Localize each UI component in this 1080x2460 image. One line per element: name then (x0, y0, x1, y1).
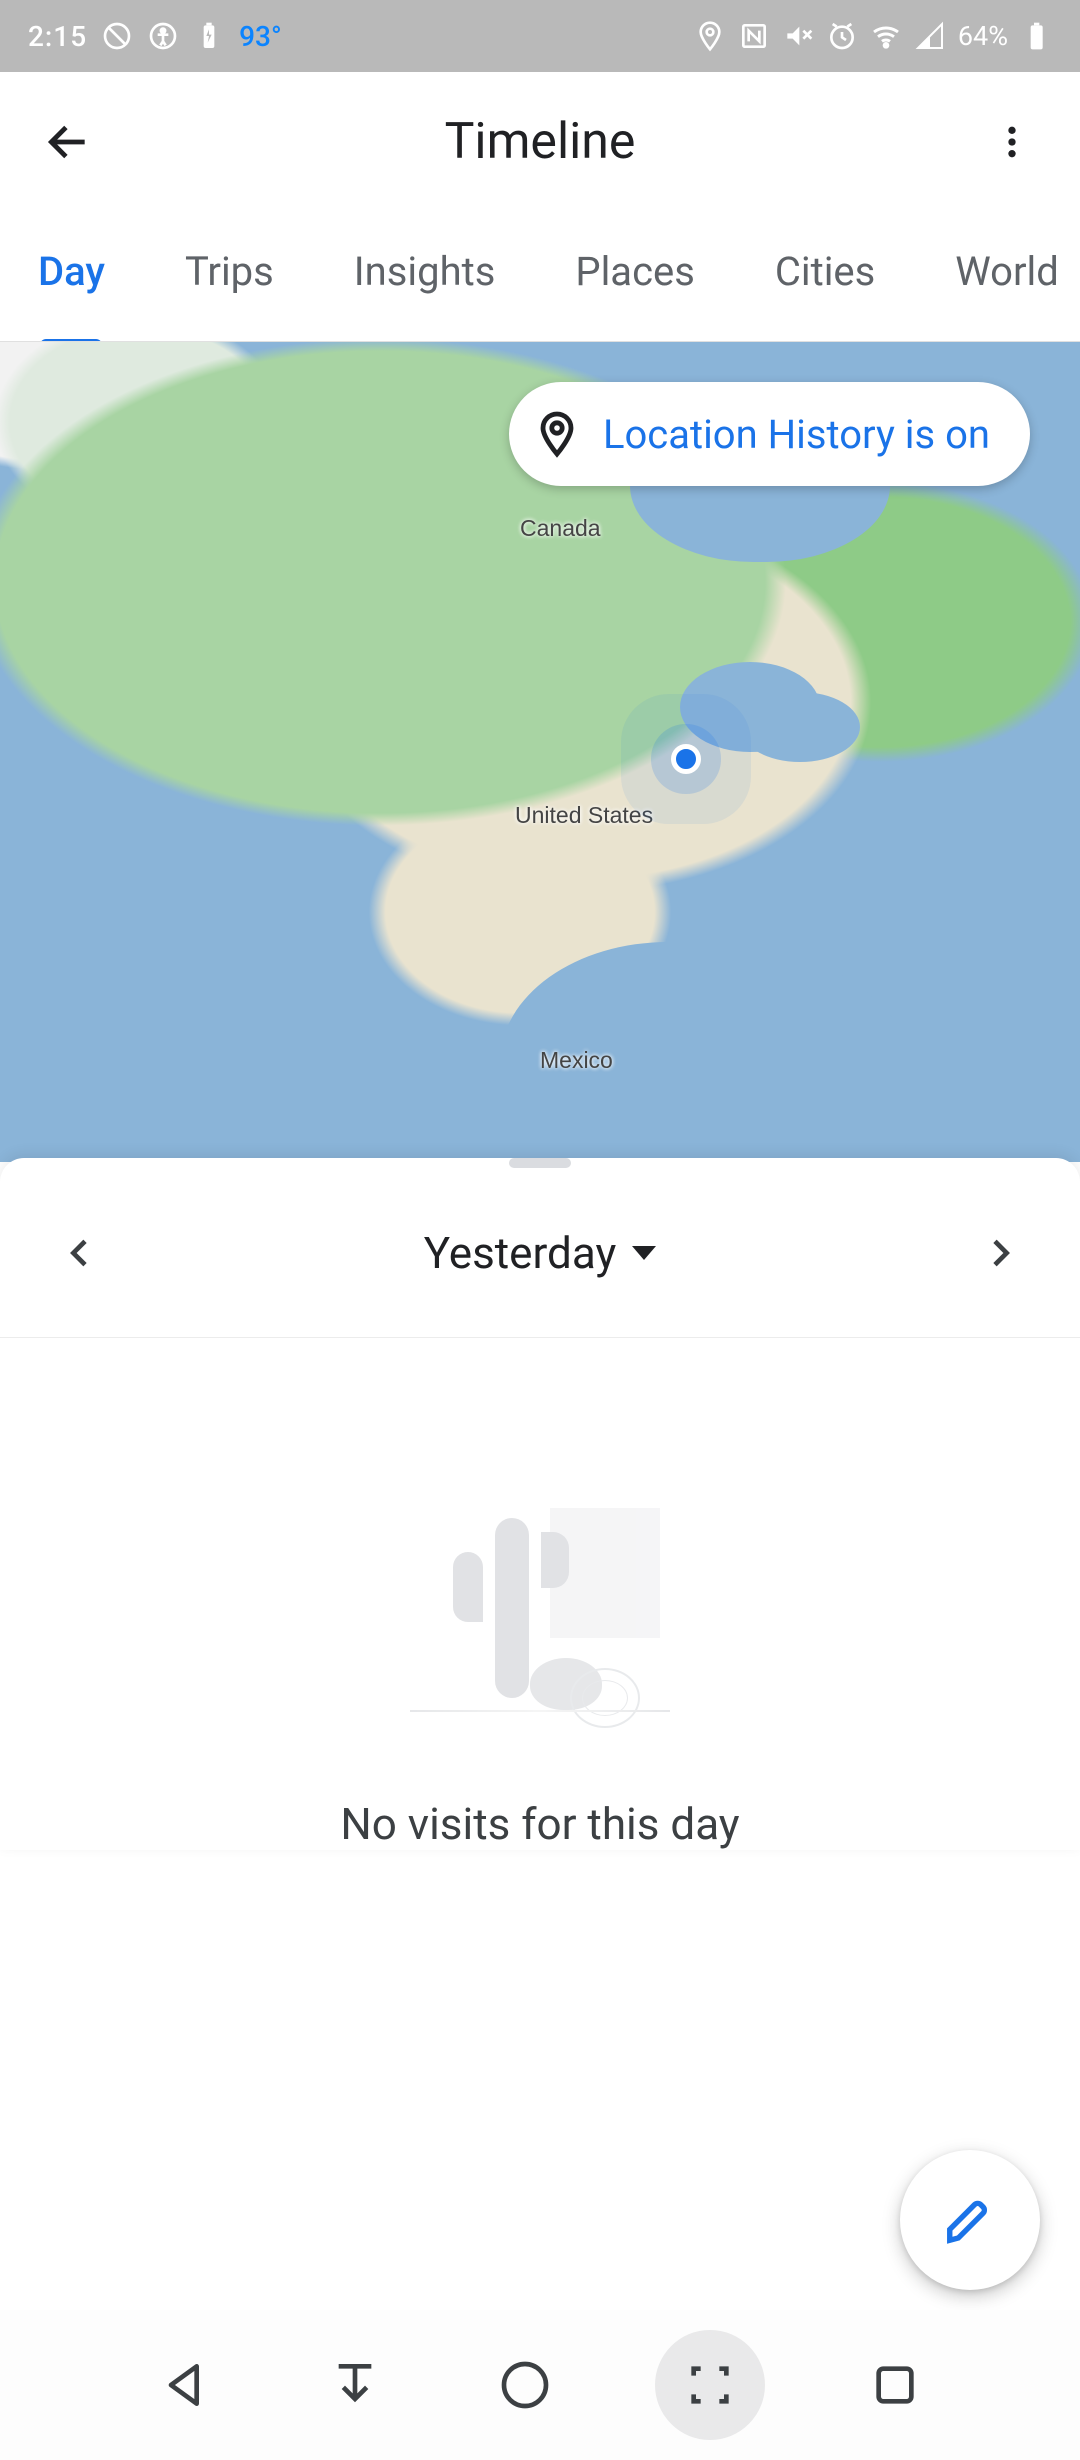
nav-screenshot-icon (682, 2357, 738, 2413)
wifi-icon (870, 20, 902, 52)
map-label-us: United States (515, 802, 653, 829)
sheet-drag-handle[interactable] (509, 1158, 571, 1168)
nav-recent-button[interactable] (855, 2345, 935, 2425)
bottom-sheet: Yesterday No visits for this day (0, 1158, 1080, 1850)
prev-day-button[interactable] (56, 1229, 104, 1277)
status-right: 64% (694, 20, 1052, 52)
empty-state: No visits for this day (0, 1338, 1080, 1850)
tab-insights[interactable]: Insights (354, 248, 496, 305)
next-day-button[interactable] (976, 1229, 1024, 1277)
nav-back-button[interactable] (145, 2345, 225, 2425)
map-label-canada: Canada (520, 515, 601, 542)
tab-trips[interactable]: Trips (185, 248, 274, 305)
back-button[interactable] (40, 114, 96, 170)
nav-download-icon (327, 2357, 383, 2413)
status-bar: 2:15 93° 64% (0, 0, 1080, 72)
location-icon (694, 20, 726, 52)
battery-icon (1020, 20, 1052, 52)
map-water (740, 692, 860, 762)
status-temperature: 93° (239, 20, 282, 53)
map-label-mexico: Mexico (540, 1047, 613, 1074)
alarm-icon (826, 20, 858, 52)
no-rotate-icon (101, 20, 133, 52)
back-arrow-icon (43, 117, 93, 167)
location-chip-text: Location History is on (603, 411, 990, 458)
more-options-button[interactable] (984, 114, 1040, 170)
map-view[interactable]: Canada United States Mexico Location His… (0, 342, 1080, 1162)
nav-download-button[interactable] (315, 2345, 395, 2425)
nfc-icon (738, 20, 770, 52)
status-time: 2:15 (28, 20, 87, 53)
more-vert-icon (992, 122, 1032, 162)
empty-state-text: No visits for this day (340, 1798, 739, 1850)
empty-state-illustration (400, 1458, 680, 1738)
nav-home-button[interactable] (485, 2345, 565, 2425)
accessibility-icon (147, 20, 179, 52)
battery-charging-icon (193, 20, 225, 52)
nav-recent-icon (867, 2357, 923, 2413)
nav-back-icon (157, 2357, 213, 2413)
current-location-dot (671, 744, 701, 774)
edit-fab[interactable] (900, 2150, 1040, 2290)
signal-icon (914, 20, 946, 52)
battery-percentage: 64% (958, 20, 1008, 52)
chevron-right-icon (980, 1233, 1020, 1273)
tab-cities[interactable]: Cities (775, 248, 875, 305)
system-nav-bar (0, 2310, 1080, 2460)
tab-day[interactable]: Day (38, 248, 105, 305)
edit-pencil-icon (943, 2193, 997, 2247)
mute-vibrate-icon (782, 20, 814, 52)
chevron-left-icon (60, 1233, 100, 1273)
nav-home-icon (497, 2357, 553, 2413)
app-header: Timeline (0, 72, 1080, 212)
page-title: Timeline (96, 113, 984, 171)
tab-bar: Day Trips Insights Places Cities World (0, 212, 1080, 342)
location-history-chip[interactable]: Location History is on (509, 382, 1030, 486)
date-selector: Yesterday (0, 1168, 1080, 1338)
dropdown-caret-icon (632, 1246, 656, 1260)
tab-places[interactable]: Places (575, 248, 695, 305)
tab-world[interactable]: World (955, 248, 1059, 305)
selected-date-text: Yesterday (424, 1227, 617, 1279)
status-left: 2:15 93° (28, 20, 282, 53)
nav-screenshot-button[interactable] (655, 2330, 765, 2440)
location-pin-icon (533, 410, 581, 458)
date-dropdown[interactable]: Yesterday (424, 1227, 657, 1279)
